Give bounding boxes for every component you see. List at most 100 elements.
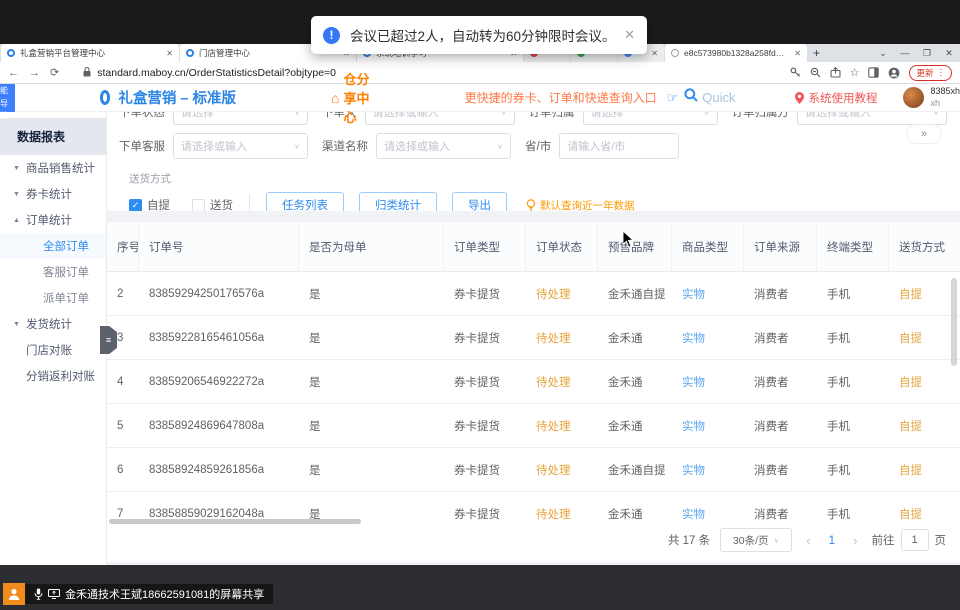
table-header: 序号 订单号 是否为母单 订单类型 订单状态 预售品牌 商品类型 订单来源 终端… xyxy=(107,222,960,272)
table-row[interactable]: 4 83859206546922272a 是 券卡提货 待处理 金禾通 实物 消… xyxy=(107,360,960,404)
pointing-finger-icon: ☞ xyxy=(667,90,679,106)
goto-page-input[interactable]: 1 xyxy=(901,529,929,551)
table-vertical-scrollbar[interactable] xyxy=(951,278,957,366)
province-city-input[interactable]: 请输入省/市 xyxy=(559,133,679,159)
delivery-method-label: 送货方式 xyxy=(129,171,960,186)
table-body: 2 83859294250176576a 是 券卡提货 待处理 金禾通自提 实物… xyxy=(107,272,960,520)
sidebar-item-shipping-stats[interactable]: ▼ 发货统计 xyxy=(0,311,106,337)
chevron-down-icon: ∨ xyxy=(704,112,710,116)
sharer-avatar xyxy=(3,583,25,605)
expand-filters-button[interactable]: » xyxy=(906,124,942,144)
window-maximize-button[interactable]: ❐ xyxy=(916,48,938,59)
sidebar-item-dispatch-orders[interactable]: 派单订单 xyxy=(0,285,106,311)
double-chevron-right-icon: » xyxy=(921,128,927,140)
next-page-button[interactable]: › xyxy=(849,533,861,548)
table-row[interactable]: 6 83858924859261856a 是 券卡提货 待处理 金禾通自提 实物… xyxy=(107,448,960,492)
tab-close-icon[interactable]: ✕ xyxy=(651,49,658,58)
total-count: 共 17 条 xyxy=(668,532,710,548)
page-size-select[interactable]: 30条/页 ∨ xyxy=(720,528,792,552)
channel-name-select[interactable]: 请选择或输入 ∨ xyxy=(376,133,511,159)
tab-close-icon[interactable]: ✕ xyxy=(166,49,173,58)
username-sub: xh xyxy=(930,98,960,109)
chevron-down-icon: ∨ xyxy=(294,112,300,116)
warehouse-share-center-link[interactable]: ⌂ 仓分享中心 xyxy=(331,69,370,126)
hamburger-icon: ≡ xyxy=(106,335,111,345)
chevron-down-icon: ∨ xyxy=(774,536,780,545)
share-icon[interactable] xyxy=(830,67,841,78)
sidebar-item-coupon-stats[interactable]: ▼ 券卡统计 xyxy=(0,181,106,207)
zoom-icon[interactable] xyxy=(810,67,821,78)
chevron-down-icon: ∨ xyxy=(294,142,300,149)
order-owner-select[interactable]: 请选择 ∨ xyxy=(583,112,718,125)
new-tab-button[interactable]: + xyxy=(813,46,820,60)
sidebar-item-product-sales-stats[interactable]: ▼ 商品销售统计 xyxy=(0,155,106,181)
page-content: 数据报表 ▼ 商品销售统计 ▼ 券卡统计 ▲ 订单统计 全部订单 客服订单 派单… xyxy=(0,112,960,565)
task-list-button[interactable]: 任务列表 xyxy=(266,192,344,211)
bookmark-star-icon[interactable]: ☆ xyxy=(850,66,860,79)
split-screen-icon[interactable] xyxy=(868,67,879,78)
app-title: 礼盒营销 – 标准版 xyxy=(118,87,236,108)
lightbulb-icon xyxy=(526,199,536,212)
sidebar-item-distribution-rebate[interactable]: 分销返利对账 xyxy=(0,363,106,389)
divider xyxy=(249,194,250,211)
chevron-down-icon: ▼ xyxy=(13,321,26,328)
table-horizontal-scrollbar[interactable] xyxy=(109,519,361,524)
tab-title: 礼盒营销平台管理中心 xyxy=(20,47,160,59)
service-agent-select[interactable]: 请选择或输入 ∨ xyxy=(173,133,308,159)
window-close-button[interactable]: ✕ xyxy=(938,48,960,59)
browser-tab-hash[interactable]: e8c573980b1328a258fd2e6f8 ✕ xyxy=(665,44,807,62)
order-status-select[interactable]: 请选择 ∨ xyxy=(173,112,308,125)
sidebar-collapse-handle[interactable]: ≡ xyxy=(100,326,117,354)
screen-share-indicator: 金禾通技术王斌18662591081的屏幕共享 xyxy=(3,583,273,605)
current-page[interactable]: 1 xyxy=(824,533,839,547)
forward-icon[interactable]: → xyxy=(29,67,40,79)
toast-message: 会议已超过2人，自动转为60分钟限时会议。 xyxy=(350,25,616,45)
window-minimize-button[interactable]: — xyxy=(894,48,916,58)
table-row[interactable]: 2 83859294250176576a 是 券卡提货 待处理 金禾通自提 实物… xyxy=(107,272,960,316)
site-favicon xyxy=(7,49,15,57)
tab-title: e8c573980b1328a258fd2e6f8 xyxy=(684,48,788,58)
chevron-down-icon: ∨ xyxy=(501,112,507,116)
sidebar-item-service-orders[interactable]: 客服订单 xyxy=(0,259,106,285)
export-button[interactable]: 导出 xyxy=(452,192,507,211)
url-text[interactable]: standard.maboy.cn/OrderStatisticsDetail?… xyxy=(97,67,336,79)
profile-icon[interactable] xyxy=(888,67,900,79)
delivery-checkbox[interactable] xyxy=(192,199,205,212)
sidebar-item-all-orders[interactable]: 全部订单 xyxy=(0,233,106,259)
info-icon: ! xyxy=(323,27,340,44)
browser-menu-icon[interactable]: ⌄ xyxy=(872,48,894,59)
quick-search-entry[interactable]: 更快捷的券卡、订单和快递查询入口 ☞ Quick xyxy=(465,88,736,107)
lock-icon xyxy=(83,64,91,82)
window-controls: ⌄ — ❐ ✕ xyxy=(872,44,960,62)
table-row[interactable]: 7 83858859029162048a 是 券卡提货 待处理 金禾通 实物 消… xyxy=(107,492,960,520)
password-key-icon[interactable] xyxy=(790,67,801,78)
screen: 礼盒营销平台管理中心 ✕ 门店管理中心 ✕ 系统培训学习 ✕ ✕ e8 xyxy=(0,0,960,610)
sidebar-section-title: 数据报表 xyxy=(0,118,106,155)
search-icon xyxy=(684,88,698,107)
self-pickup-checkbox[interactable]: ✓ xyxy=(129,199,142,212)
function-nav-toggle[interactable]: 功能 导航 xyxy=(0,84,15,112)
toast-close-icon[interactable]: ✕ xyxy=(616,27,635,43)
filter-row-clipped: 下单状态 请选择 ∨ 下单人 请选择或输入 ∨ 订单归属 请选择 ∨ xyxy=(113,112,960,125)
user-account[interactable]: 8385xh xh xyxy=(903,86,960,109)
sidebar-item-store-reconciliation[interactable]: 门店对账 xyxy=(0,337,106,363)
location-pin-icon xyxy=(795,92,804,104)
chevron-up-icon: ▲ xyxy=(13,217,26,224)
prev-page-button[interactable]: ‹ xyxy=(802,533,814,548)
site-favicon xyxy=(186,49,194,57)
reload-icon[interactable]: ⟳ xyxy=(50,66,59,79)
system-tutorial-link[interactable]: 系统使用教程 xyxy=(795,90,877,106)
tab-close-icon[interactable]: ✕ xyxy=(794,49,801,58)
chevron-down-icon: ▼ xyxy=(13,191,26,198)
chrome-update-button[interactable]: 更新 ⋮ xyxy=(909,65,952,81)
browser-tab-gift-admin[interactable]: 礼盒营销平台管理中心 ✕ xyxy=(1,44,179,62)
orderer-select[interactable]: 请选择或输入 ∨ xyxy=(365,112,515,125)
table-row[interactable]: 3 83859228165461056a 是 券卡提货 待处理 金禾通 实物 消… xyxy=(107,316,960,360)
category-stats-button[interactable]: 归类统计 xyxy=(359,192,437,211)
sidebar-item-order-stats[interactable]: ▲ 订单统计 xyxy=(0,207,106,233)
filter-panel: 下单状态 请选择 ∨ 下单人 请选择或输入 ∨ 订单归属 请选择 ∨ xyxy=(107,112,960,211)
chevron-down-icon: ∨ xyxy=(933,112,939,116)
globe-icon xyxy=(671,49,679,57)
table-row[interactable]: 5 83858924869647808a 是 券卡提货 待处理 金禾通 实物 消… xyxy=(107,404,960,448)
microphone-icon xyxy=(34,588,43,600)
